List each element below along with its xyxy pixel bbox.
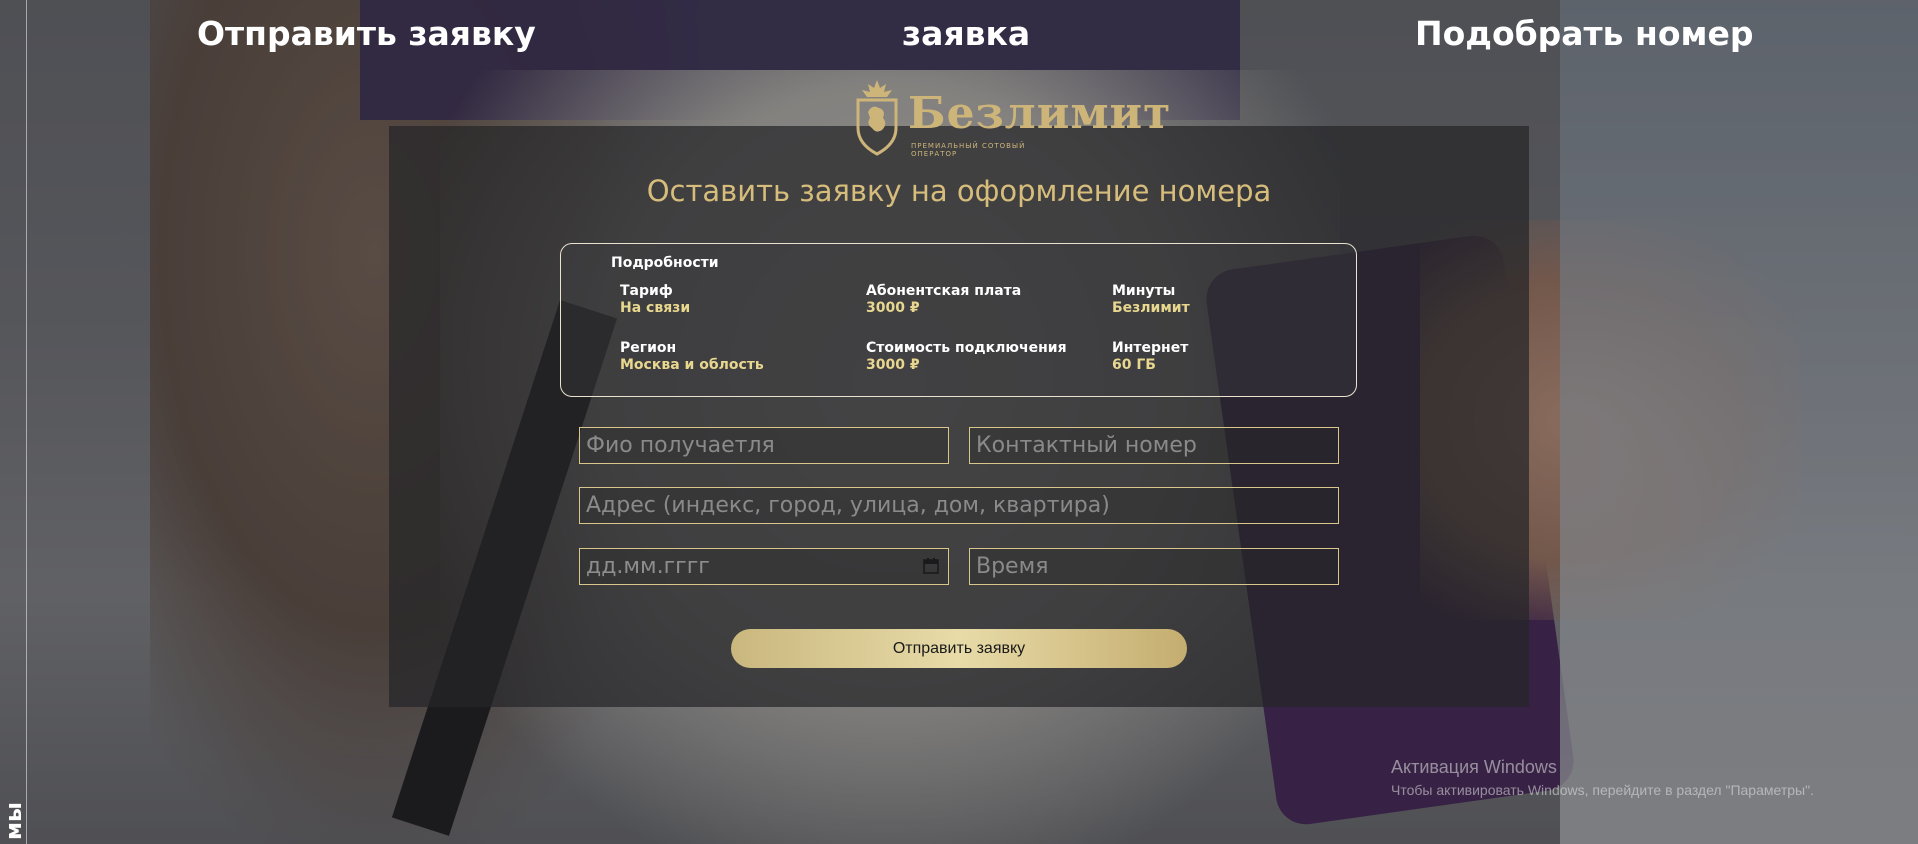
top-navigation: Отправить заявку заявка Подобрать номер: [0, 14, 1918, 64]
time-field[interactable]: [970, 549, 1338, 584]
date-field[interactable]: дд.мм.гггг: [579, 548, 949, 585]
detail-value: 60 ГБ: [1112, 357, 1156, 373]
rail-label: мы: [2, 802, 27, 840]
name-field[interactable]: [580, 428, 948, 463]
detail-value: На связи: [620, 300, 691, 316]
windows-activation-watermark: Активация Windows Чтобы активировать Win…: [1391, 757, 1814, 798]
details-box: Подробности Тариф На связи Абонентская п…: [560, 243, 1357, 397]
phone-field-wrapper: [969, 427, 1339, 464]
detail-minutes: Минуты Безлимит: [1112, 283, 1190, 317]
detail-label: Минуты: [1112, 283, 1176, 299]
detail-value: Безлимит: [1112, 300, 1190, 316]
detail-monthly-fee: Абонентская плата 3000 ₽: [866, 283, 1021, 317]
phone-field[interactable]: [970, 428, 1338, 463]
form-title: Оставить заявку на оформление номера: [646, 174, 1272, 208]
request-panel: [389, 126, 1529, 707]
date-placeholder: дд.мм.гггг: [586, 554, 710, 579]
calendar-icon[interactable]: [922, 557, 940, 575]
detail-label: Интернет: [1112, 340, 1189, 356]
detail-label: Регион: [620, 340, 677, 356]
detail-connection-fee: Стоимость подключения 3000 ₽: [866, 340, 1067, 374]
brand-name: Безлимит: [908, 88, 1172, 139]
submit-button[interactable]: Отправить заявку: [731, 629, 1187, 668]
time-field-wrapper: [969, 548, 1339, 585]
address-field-wrapper: [579, 487, 1339, 524]
watermark-subtitle: Чтобы активировать Windows, перейдите в …: [1391, 782, 1814, 798]
details-heading: Подробности: [611, 255, 719, 271]
lion-crest-icon: [856, 80, 898, 156]
detail-value: 3000 ₽: [866, 300, 920, 316]
detail-label: Абонентская плата: [866, 283, 1022, 299]
detail-label: Стоимость подключения: [866, 340, 1067, 356]
brand-logo: Безлимит ПРЕМИАЛЬНЫЙ СОТОВЫЙ ОПЕРАТОР: [852, 78, 1170, 158]
left-rail: мы: [0, 0, 27, 844]
detail-tariff: Тариф На связи: [620, 283, 690, 317]
detail-internet: Интернет 60 ГБ: [1112, 340, 1188, 374]
detail-value: Москва и облость: [620, 357, 764, 373]
detail-region: Регион Москва и облость: [620, 340, 764, 374]
brand-tagline: ПРЕМИАЛЬНЫЙ СОТОВЫЙ ОПЕРАТОР: [911, 142, 1026, 158]
name-field-wrapper: [579, 427, 949, 464]
watermark-title: Активация Windows: [1391, 757, 1557, 777]
nav-pick-number[interactable]: Подобрать номер: [1415, 14, 1753, 53]
nav-request[interactable]: заявка: [902, 14, 1030, 53]
nav-send-request[interactable]: Отправить заявку: [197, 14, 536, 53]
address-field[interactable]: [580, 488, 1338, 523]
detail-label: Тариф: [620, 283, 673, 299]
detail-value: 3000 ₽: [866, 357, 920, 373]
